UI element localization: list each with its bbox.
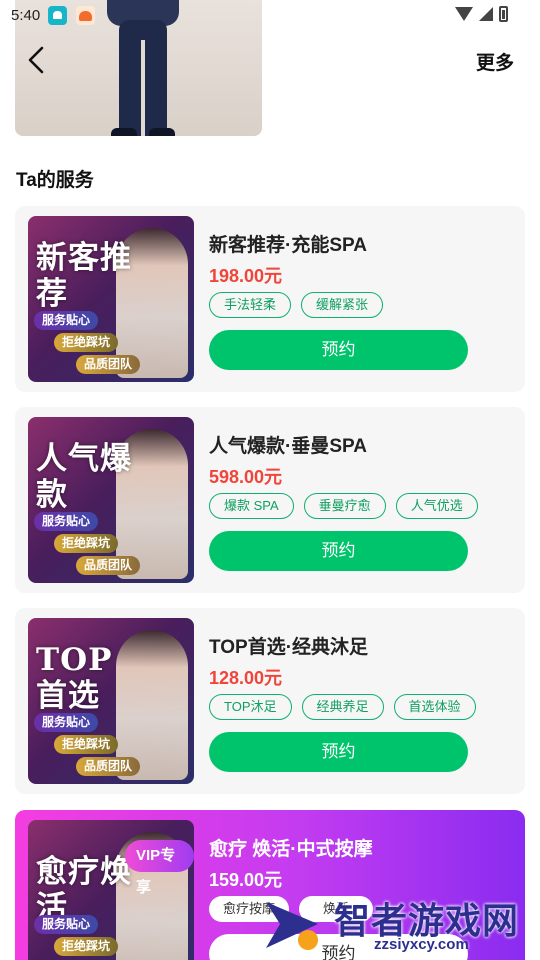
service-tag: 爆款 SPA: [209, 493, 294, 519]
service-thumbnail: 新客推荐 服务贴心 拒绝踩坑 品质团队: [28, 216, 194, 382]
thumbnail-headline: 人气爆款: [36, 441, 132, 513]
service-price: 198.00元: [209, 266, 283, 286]
photo-shoe-right: [149, 128, 175, 136]
watermark-logo-icon: [266, 902, 318, 950]
vip-badge: VIP专享: [125, 840, 194, 896]
service-tags: 爆款 SPA 垂曼疗愈 人气优选: [209, 493, 478, 519]
thumbnail-pill: 服务贴心: [34, 915, 99, 934]
watermark: 智者游戏网 zzsiyxcy.com: [262, 890, 540, 960]
service-tag: 经典养足: [301, 694, 384, 720]
book-button[interactable]: 预约: [209, 330, 468, 370]
service-name: 新客推荐·充能SPA: [209, 235, 367, 256]
status-bar: 5:40: [0, 0, 540, 32]
service-card[interactable]: 人气爆款 服务贴心 拒绝踩坑 品质团队 人气爆款·垂曼SPA 598.00元 爆…: [15, 407, 525, 593]
service-tags: 手法轻柔 缓解紧张: [209, 292, 384, 318]
service-tag: TOP沐足: [209, 694, 292, 720]
service-tags: TOP沐足 经典养足 首选体验: [209, 694, 476, 720]
watermark-url: zzsiyxcy.com: [374, 936, 469, 953]
thumbnail-pill: 品质团队: [76, 556, 141, 575]
service-price: 159.00元: [209, 870, 283, 890]
thumbnail-headline: TOP首选: [36, 642, 113, 714]
service-name: 人气爆款·垂曼SPA: [209, 436, 367, 457]
service-tag: 垂曼疗愈: [303, 493, 386, 519]
thumbnail-pill: 拒绝踩坑: [54, 534, 119, 553]
service-name: TOP首选·经典沐足: [209, 637, 369, 658]
thumbnail-pill: 拒绝踩坑: [54, 937, 119, 956]
service-thumbnail: 人气爆款 服务贴心 拒绝踩坑 品质团队: [28, 417, 194, 583]
book-button[interactable]: 预约: [209, 732, 468, 772]
service-price: 598.00元: [209, 467, 283, 487]
status-time: 5:40: [11, 7, 41, 24]
thumbnail-pill: 拒绝踩坑: [54, 735, 119, 754]
thumbnail-pill: 服务贴心: [34, 311, 99, 330]
more-button[interactable]: 更多: [476, 48, 514, 75]
section-title: Ta的服务: [16, 170, 94, 191]
thumbnail-pill: 服务贴心: [34, 713, 99, 732]
book-button[interactable]: 预约: [209, 531, 468, 571]
service-thumbnail: 愈疗焕活 服务贴心 拒绝踩坑 VIP专享: [28, 820, 194, 960]
photo-figure-legs: [119, 20, 167, 136]
service-card[interactable]: 新客推荐 服务贴心 拒绝踩坑 品质团队 新客推荐·充能SPA 198.00元 手…: [15, 206, 525, 392]
status-indicators: [455, 6, 508, 22]
service-price: 128.00元: [209, 668, 283, 688]
chevron-left-icon: [28, 46, 44, 74]
thumbnail-pill: 品质团队: [76, 757, 141, 776]
thumbnail-pill: 服务贴心: [34, 512, 99, 531]
thumbnail-pill: 品质团队: [76, 355, 141, 374]
app-notification-icon-2: [76, 6, 95, 25]
service-tag: 人气优选: [395, 493, 478, 519]
thumbnail-headline: 新客推荐: [36, 240, 132, 312]
service-tag: 缓解紧张: [301, 292, 384, 318]
service-tag: 首选体验: [393, 694, 476, 720]
service-thumbnail: TOP首选 服务贴心 拒绝踩坑 品质团队: [28, 618, 194, 784]
signal-icon: [479, 7, 493, 21]
battery-icon: [499, 6, 508, 22]
photo-shoe-left: [111, 128, 137, 136]
thumbnail-pill: 拒绝踩坑: [54, 333, 119, 352]
service-tag: 手法轻柔: [209, 292, 292, 318]
service-name: 愈疗 焕活·中式按摩: [209, 839, 373, 860]
app-notification-icon: [48, 6, 67, 25]
wifi-icon: [455, 7, 473, 21]
back-button[interactable]: [20, 42, 56, 78]
service-card[interactable]: TOP首选 服务贴心 拒绝踩坑 品质团队 TOP首选·经典沐足 128.00元 …: [15, 608, 525, 794]
